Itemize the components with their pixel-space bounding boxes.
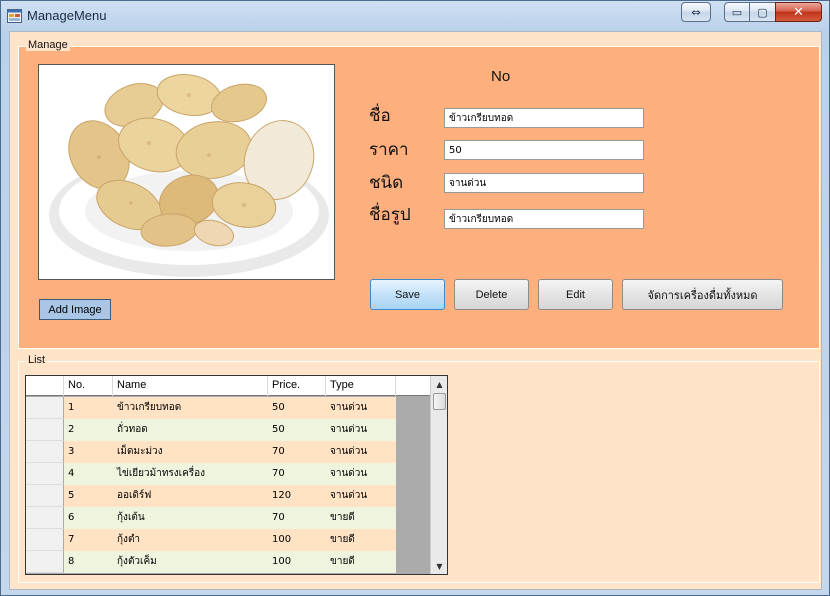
image-name-input[interactable] bbox=[444, 209, 644, 229]
scroll-down-arrow-icon[interactable]: ▼ bbox=[431, 558, 447, 574]
row-header[interactable] bbox=[26, 441, 64, 463]
table-row[interactable]: 3 เม็ดมะม่วง 70 จานด่วน bbox=[26, 441, 396, 463]
row-header[interactable] bbox=[26, 397, 64, 419]
cell-type[interactable]: จานด่วน bbox=[326, 441, 396, 463]
close-icon: ✕ bbox=[793, 4, 804, 20]
grid-corner-cell bbox=[26, 376, 64, 396]
cell-no[interactable]: 3 bbox=[64, 441, 113, 463]
crackers-plate-image bbox=[49, 74, 329, 277]
table-row[interactable]: 6 กุ้งเต้น 70 ขายดี bbox=[26, 507, 396, 529]
row-header[interactable] bbox=[26, 463, 64, 485]
resize-arrows-icon: ⇔ bbox=[691, 5, 701, 19]
save-button[interactable]: Save bbox=[370, 279, 445, 310]
column-header-no[interactable]: No. bbox=[64, 376, 113, 396]
item-number-label: No bbox=[491, 68, 511, 85]
cell-price[interactable]: 100 bbox=[268, 551, 326, 573]
cell-price[interactable]: 50 bbox=[268, 397, 326, 419]
close-button[interactable]: ✕ bbox=[775, 2, 822, 22]
grid-vertical-scrollbar[interactable]: ▲ ▼ bbox=[430, 376, 447, 574]
table-row[interactable]: 5 ออเดิร์ฟ 120 จานด่วน bbox=[26, 485, 396, 507]
row-header[interactable] bbox=[26, 529, 64, 551]
cell-type[interactable]: จานด่วน bbox=[326, 419, 396, 441]
name-label: ชื่อ bbox=[369, 106, 391, 126]
cell-no[interactable]: 5 bbox=[64, 485, 113, 507]
cell-no[interactable]: 6 bbox=[64, 507, 113, 529]
row-header[interactable] bbox=[26, 419, 64, 441]
cell-name[interactable]: กุ้งตำ bbox=[113, 529, 268, 551]
cell-name[interactable]: ไข่เยียวม้าทรงเครื่อง bbox=[113, 463, 268, 485]
cell-price[interactable]: 120 bbox=[268, 485, 326, 507]
minimize-icon: ▭ bbox=[731, 5, 743, 19]
name-input[interactable] bbox=[444, 108, 644, 128]
grid-header: No. Name Price. Type bbox=[26, 376, 430, 396]
manage-group: Manage Add Image No ชื่อ ข้าวเกรียบทอด ร… bbox=[18, 39, 820, 349]
app-icon bbox=[7, 9, 22, 23]
cell-no[interactable]: 1 bbox=[64, 397, 113, 419]
column-header-name[interactable]: Name bbox=[113, 376, 268, 396]
cell-name[interactable]: ข้าวเกรียบทอด bbox=[113, 397, 268, 419]
type-input[interactable] bbox=[444, 173, 644, 193]
table-row[interactable]: 1 ข้าวเกรียบทอด 50 จานด่วน bbox=[26, 397, 396, 419]
table-row[interactable]: 2 ถั่วทอด 50 จานด่วน bbox=[26, 419, 396, 441]
menu-picture-box bbox=[38, 64, 335, 280]
cell-price[interactable]: 50 bbox=[268, 419, 326, 441]
table-row[interactable]: 7 กุ้งตำ 100 ขายดี bbox=[26, 529, 396, 551]
column-header-price[interactable]: Price. bbox=[268, 376, 326, 396]
window-title: ManageMenu bbox=[27, 8, 107, 23]
cell-name[interactable]: เม็ดมะม่วง bbox=[113, 441, 268, 463]
cell-type[interactable]: ขายดี bbox=[326, 507, 396, 529]
cell-name[interactable]: ถั่วทอด bbox=[113, 419, 268, 441]
row-header[interactable] bbox=[26, 485, 64, 507]
resize-toggle-button[interactable]: ⇔ bbox=[681, 2, 711, 22]
cell-price[interactable]: 100 bbox=[268, 529, 326, 551]
image-name-label: ชื่อรูป bbox=[369, 205, 411, 225]
edit-button[interactable]: Edit bbox=[538, 279, 613, 310]
table-row[interactable]: 8 กุ้งตัวเค็ม 100 ขายดี bbox=[26, 551, 396, 573]
cell-type[interactable]: จานด่วน bbox=[326, 463, 396, 485]
scroll-up-arrow-icon[interactable]: ▲ bbox=[431, 376, 447, 392]
list-group-legend: List bbox=[26, 354, 48, 366]
price-label: ราคา bbox=[369, 140, 409, 160]
maximize-icon: ▢ bbox=[757, 5, 768, 19]
type-label: ชนิด bbox=[369, 173, 404, 193]
row-header[interactable] bbox=[26, 551, 64, 573]
manage-menu-window: ManageMenu ⇔ ▭ ▢ ✕ Manage Add Image No ช… bbox=[0, 0, 830, 596]
cell-type[interactable]: ขายดี bbox=[326, 551, 396, 573]
scroll-thumb[interactable] bbox=[433, 393, 446, 410]
form-client-area: Manage Add Image No ชื่อ ข้าวเกรียบทอด ร… bbox=[9, 31, 822, 590]
cell-name[interactable]: ออเดิร์ฟ bbox=[113, 485, 268, 507]
cell-no[interactable]: 8 bbox=[64, 551, 113, 573]
cell-type[interactable]: จานด่วน bbox=[326, 485, 396, 507]
cell-price[interactable]: 70 bbox=[268, 463, 326, 485]
cell-no[interactable]: 4 bbox=[64, 463, 113, 485]
cell-name[interactable]: กุ้งตัวเค็ม bbox=[113, 551, 268, 573]
manage-group-legend: Manage bbox=[26, 39, 70, 51]
row-header[interactable] bbox=[26, 507, 64, 529]
delete-button[interactable]: Delete bbox=[454, 279, 529, 310]
cell-type[interactable]: ขายดี bbox=[326, 529, 396, 551]
minimize-button[interactable]: ▭ bbox=[724, 2, 750, 22]
manage-all-drinks-button[interactable]: จัดการเครื่องดื่มทั้งหมด bbox=[622, 279, 783, 310]
cell-price[interactable]: 70 bbox=[268, 507, 326, 529]
cell-price[interactable]: 70 bbox=[268, 441, 326, 463]
table-row[interactable]: 4 ไข่เยียวม้าทรงเครื่อง 70 จานด่วน bbox=[26, 463, 396, 485]
price-input[interactable] bbox=[444, 140, 644, 160]
list-group: List No. Name Price. Type 1 ข้าวเกรียบทอ… bbox=[18, 354, 820, 583]
cell-type[interactable]: จานด่วน bbox=[326, 397, 396, 419]
cell-name[interactable]: กุ้งเต้น bbox=[113, 507, 268, 529]
title-bar[interactable]: ManageMenu ⇔ ▭ ▢ ✕ bbox=[1, 1, 829, 31]
cell-no[interactable]: 7 bbox=[64, 529, 113, 551]
cell-no[interactable]: 2 bbox=[64, 419, 113, 441]
menu-data-grid[interactable]: No. Name Price. Type 1 ข้าวเกรียบทอด 50 … bbox=[25, 375, 448, 575]
column-header-type[interactable]: Type bbox=[326, 376, 396, 396]
maximize-button[interactable]: ▢ bbox=[749, 2, 776, 22]
add-image-button[interactable]: Add Image bbox=[39, 299, 111, 320]
